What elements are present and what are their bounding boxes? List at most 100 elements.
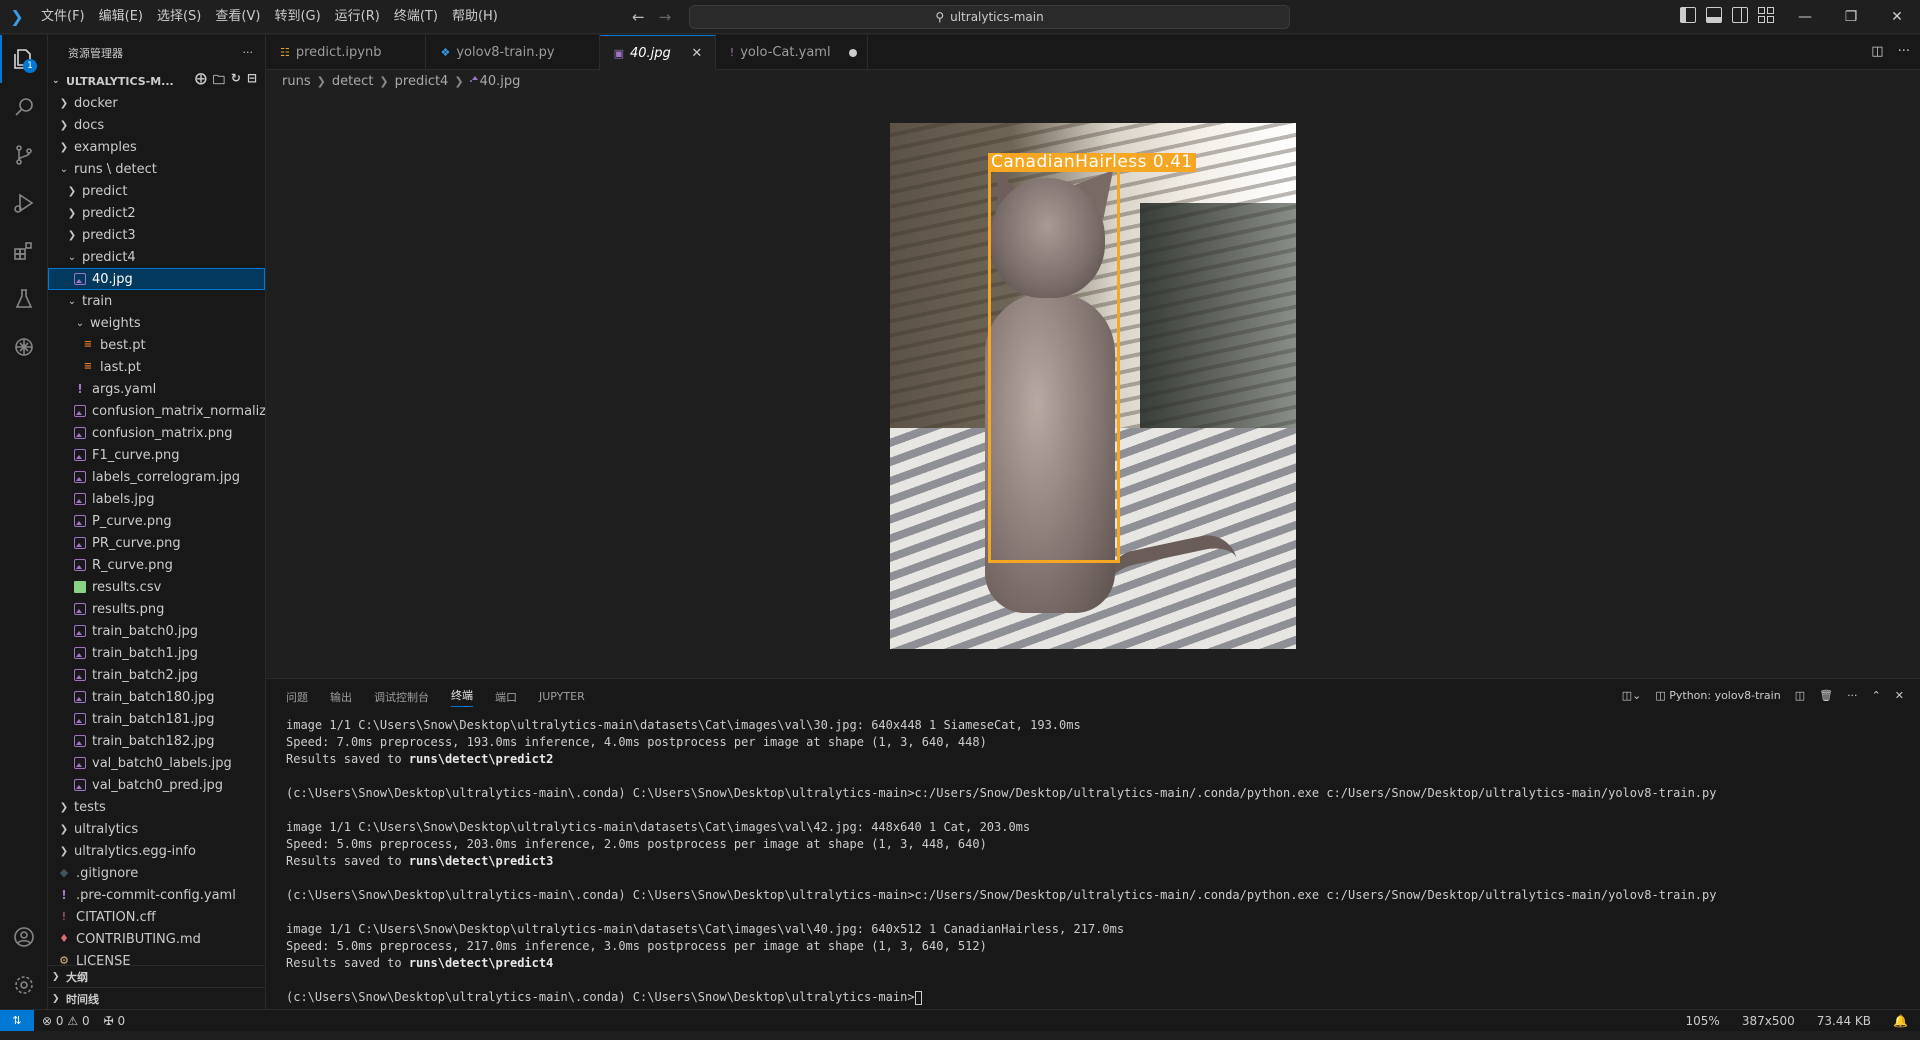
file-item[interactable]: train_batch182.jpg xyxy=(48,730,265,752)
folder-item[interactable]: ❯ predict xyxy=(48,180,265,202)
collapse-all-icon[interactable]: ⊟ xyxy=(247,71,257,92)
manage-activity[interactable] xyxy=(0,961,48,1009)
notifications-bell-icon[interactable]: 🔔 xyxy=(1893,1014,1908,1028)
zoom-level[interactable]: 105% xyxy=(1686,1014,1720,1028)
file-item[interactable]: ◆ .gitignore xyxy=(48,862,265,884)
editor-tab[interactable]: ❖ yolov8-train.py xyxy=(426,35,600,70)
close-panel-icon[interactable]: ✕ xyxy=(1895,689,1904,702)
file-item[interactable]: train_batch2.jpg xyxy=(48,664,265,686)
file-item[interactable]: results.csv xyxy=(48,576,265,598)
extensions-activity[interactable] xyxy=(0,227,48,275)
toggle-primary-sidebar-icon[interactable] xyxy=(1680,7,1696,23)
folder-item[interactable]: ❯ predict3 xyxy=(48,224,265,246)
trash-icon[interactable]: 🗑 xyxy=(1819,689,1833,702)
panel-tab[interactable]: 问题 xyxy=(286,689,308,705)
folder-item[interactable]: ❯ docker xyxy=(48,92,265,114)
panel-tab[interactable]: 输出 xyxy=(330,689,352,705)
split-terminal-icon[interactable]: ◫⌄ xyxy=(1622,689,1642,702)
file-item[interactable]: val_batch0_labels.jpg xyxy=(48,752,265,774)
file-item[interactable]: labels_correlogram.jpg xyxy=(48,466,265,488)
toggle-secondary-sidebar-icon[interactable] xyxy=(1732,7,1748,23)
breadcrumb-item[interactable]: predict4 xyxy=(395,74,449,89)
folder-item[interactable]: ❯ tests xyxy=(48,796,265,818)
more-actions-icon[interactable]: ··· xyxy=(243,46,254,59)
file-item[interactable]: labels.jpg xyxy=(48,488,265,510)
folder-item[interactable]: ❯ predict2 xyxy=(48,202,265,224)
folder-item[interactable]: ❯ docs xyxy=(48,114,265,136)
menu-item[interactable]: 帮助(H) xyxy=(445,5,505,29)
file-item[interactable]: ♦ CONTRIBUTING.md xyxy=(48,928,265,950)
file-item[interactable]: ! .pre-commit-config.yaml xyxy=(48,884,265,906)
outline-section-header[interactable]: ❯ 大纲 xyxy=(48,965,265,987)
terminal-instance[interactable]: ◫ Python: yolov8-train xyxy=(1655,689,1780,702)
ports-status[interactable]: ✠ 0 xyxy=(104,1014,126,1028)
testing-activity[interactable] xyxy=(0,275,48,323)
editor-tab[interactable]: ☷ predict.ipynb xyxy=(266,35,427,70)
file-item[interactable]: confusion_matrix.png xyxy=(48,422,265,444)
folder-item[interactable]: ⌄ weights xyxy=(48,312,265,334)
editor-tab[interactable]: ! yolo-Cat.yaml xyxy=(716,35,868,70)
run-debug-activity[interactable] xyxy=(0,179,48,227)
file-item[interactable]: ≡ last.pt xyxy=(48,356,265,378)
file-item[interactable]: ! CITATION.cff xyxy=(48,906,265,928)
file-item[interactable]: results.png xyxy=(48,598,265,620)
breadcrumb-item[interactable]: 40.jpg xyxy=(480,74,521,89)
menu-item[interactable]: 选择(S) xyxy=(150,5,208,29)
panel-tab[interactable]: 调试控制台 xyxy=(374,689,429,705)
file-item[interactable]: F1_curve.png xyxy=(48,444,265,466)
panel-tab[interactable]: 终端 xyxy=(451,687,473,707)
file-item[interactable]: train_batch0.jpg xyxy=(48,620,265,642)
problems-status[interactable]: ⊗ 0 ⚠ 0 xyxy=(42,1014,90,1028)
file-item[interactable]: train_batch1.jpg xyxy=(48,642,265,664)
source-control-activity[interactable] xyxy=(0,131,48,179)
minimize-button[interactable]: — xyxy=(1782,0,1828,34)
toggle-panel-icon[interactable] xyxy=(1706,7,1722,23)
file-item[interactable]: ≡ best.pt xyxy=(48,334,265,356)
new-folder-icon[interactable]: 🗀 xyxy=(213,71,225,92)
customize-layout-icon[interactable] xyxy=(1758,7,1774,23)
folder-item[interactable]: ❯ examples xyxy=(48,136,265,158)
folder-item[interactable]: ⌄ train xyxy=(48,290,265,312)
menu-item[interactable]: 文件(F) xyxy=(34,5,92,29)
breadcrumb-item[interactable]: runs xyxy=(282,74,311,89)
timeline-section-header[interactable]: ❯ 时间线 xyxy=(48,987,265,1009)
more-actions-icon[interactable]: ··· xyxy=(1898,44,1910,59)
forward-arrow-icon[interactable]: → xyxy=(659,8,672,26)
menu-item[interactable]: 编辑(E) xyxy=(92,5,150,29)
more-actions-icon[interactable]: ··· xyxy=(1847,689,1858,702)
file-item[interactable]: confusion_matrix_normaliz... xyxy=(48,400,265,422)
editor-tab[interactable]: ▣ 40.jpg ✕ xyxy=(599,35,716,70)
menu-item[interactable]: 运行(R) xyxy=(328,5,387,29)
accounts-activity[interactable] xyxy=(0,913,48,961)
maximize-panel-icon[interactable]: ⌃ xyxy=(1872,689,1881,702)
panel-tab[interactable]: JUPYTER xyxy=(539,690,585,703)
file-item[interactable]: val_batch0_pred.jpg xyxy=(48,774,265,796)
folder-item[interactable]: ⌄ runs \ detect xyxy=(48,158,265,180)
folder-item[interactable]: ⌄ predict4 xyxy=(48,246,265,268)
file-item[interactable]: 40.jpg xyxy=(48,268,265,290)
file-item[interactable]: PR_curve.png xyxy=(48,532,265,554)
close-window-button[interactable]: ✕ xyxy=(1874,0,1920,34)
file-item[interactable]: R_curve.png xyxy=(48,554,265,576)
menu-item[interactable]: 转到(G) xyxy=(267,5,327,29)
command-center-search[interactable]: ⚲ ultralytics-main xyxy=(689,5,1290,29)
search-activity[interactable] xyxy=(0,83,48,131)
refresh-icon[interactable]: ↻ xyxy=(231,71,241,92)
file-item[interactable]: train_batch181.jpg xyxy=(48,708,265,730)
panel-tab[interactable]: 端口 xyxy=(495,689,517,705)
menu-item[interactable]: 终端(T) xyxy=(387,5,445,29)
back-arrow-icon[interactable]: ← xyxy=(632,8,645,26)
file-item[interactable]: ! args.yaml xyxy=(48,378,265,400)
breadcrumb-item[interactable]: detect xyxy=(332,74,374,89)
folder-item[interactable]: ❯ ultralytics.egg-info xyxy=(48,840,265,862)
remote-indicator-icon[interactable]: ⇅ xyxy=(0,1009,34,1032)
split-editor-icon[interactable]: ◫ xyxy=(1871,44,1883,59)
chatgpt-activity[interactable] xyxy=(0,323,48,371)
folder-item[interactable]: ❯ ultralytics xyxy=(48,818,265,840)
split-icon[interactable]: ◫ xyxy=(1795,689,1805,702)
unsaved-dot-icon[interactable] xyxy=(848,48,857,57)
file-item[interactable]: train_batch180.jpg xyxy=(48,686,265,708)
file-item[interactable]: P_curve.png xyxy=(48,510,265,532)
restore-button[interactable]: ❐ xyxy=(1828,0,1874,34)
new-file-icon[interactable]: ⨁ xyxy=(195,71,207,92)
